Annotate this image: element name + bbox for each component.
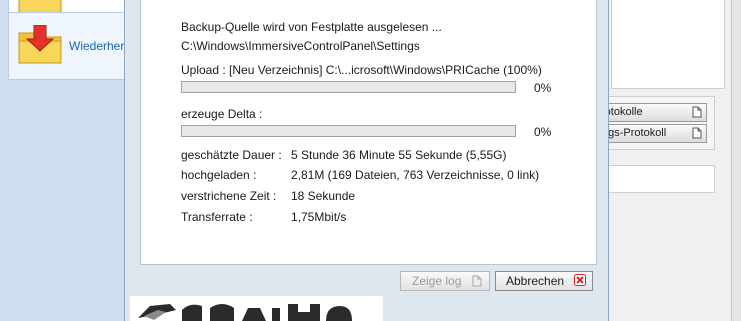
protocol-button[interactable]: rotokolle [602,103,707,122]
right-panel: rotokolle ngs-Protokoll [600,0,741,321]
delta-progress-percent: 0% [534,125,552,139]
show-log-button[interactable]: Zeige log [400,271,490,291]
stat-value-elapsed: 18 Sekunde [291,189,356,203]
logo [138,304,352,321]
document-icon [472,275,482,287]
document-icon [692,127,702,139]
show-log-button-label: Zeige log [412,274,462,288]
cancel-button[interactable]: Abbrechen [495,271,593,291]
brand-logo-panel [130,296,383,321]
stat-label-uploaded: hochgeladen : [181,168,257,182]
stat-value-duration: 5 Stunde 36 Minute 55 Sekunde (5,55G) [291,148,507,162]
delta-progress-bar [181,125,516,137]
scrollbar[interactable] [731,0,741,321]
sidebar-item-restore[interactable]: Wiederher [8,12,125,80]
delta-label: erzeuge Delta : [181,107,263,121]
stat-value-uploaded: 2,81M (169 Dateien, 763 Verzeichnisse, 0… [291,168,540,182]
upload-status: Upload : [Neu Verzeichnis] C:\...icrosof… [181,63,542,77]
progress-content-panel: Backup-Quelle wird von Festplatte ausgel… [140,0,597,265]
settings-protocol-button[interactable]: ngs-Protokoll [602,124,707,143]
stat-label-duration: geschätzte Dauer : [181,148,282,162]
folder-download-icon [18,25,62,64]
right-panel-box [601,165,715,193]
upload-progress-percent: 0% [534,81,552,95]
document-icon [692,106,702,118]
protocol-group: rotokolle ngs-Protokoll [601,96,715,150]
sidebar-item-label: Wiederher [69,39,125,53]
backup-progress-dialog: Backup-Quelle wird von Festplatte ausgel… [124,0,609,321]
cancel-button-label: Abbrechen [506,274,565,288]
settings-protocol-button-label: ngs-Protokoll [602,127,667,139]
right-panel-box [611,0,725,89]
stat-label-rate: Transferrate : [181,210,253,224]
status-text: Backup-Quelle wird von Festplatte ausgel… [181,20,442,34]
upload-progress-bar [181,81,516,93]
close-icon [574,274,586,286]
source-path: C:\Windows\ImmersiveControlPanel\Setting… [181,39,420,53]
sidebar: Wiederher [0,0,125,321]
stat-value-rate: 1,75Mbit/s [291,210,347,224]
stat-label-elapsed: verstrichene Zeit : [181,189,277,203]
